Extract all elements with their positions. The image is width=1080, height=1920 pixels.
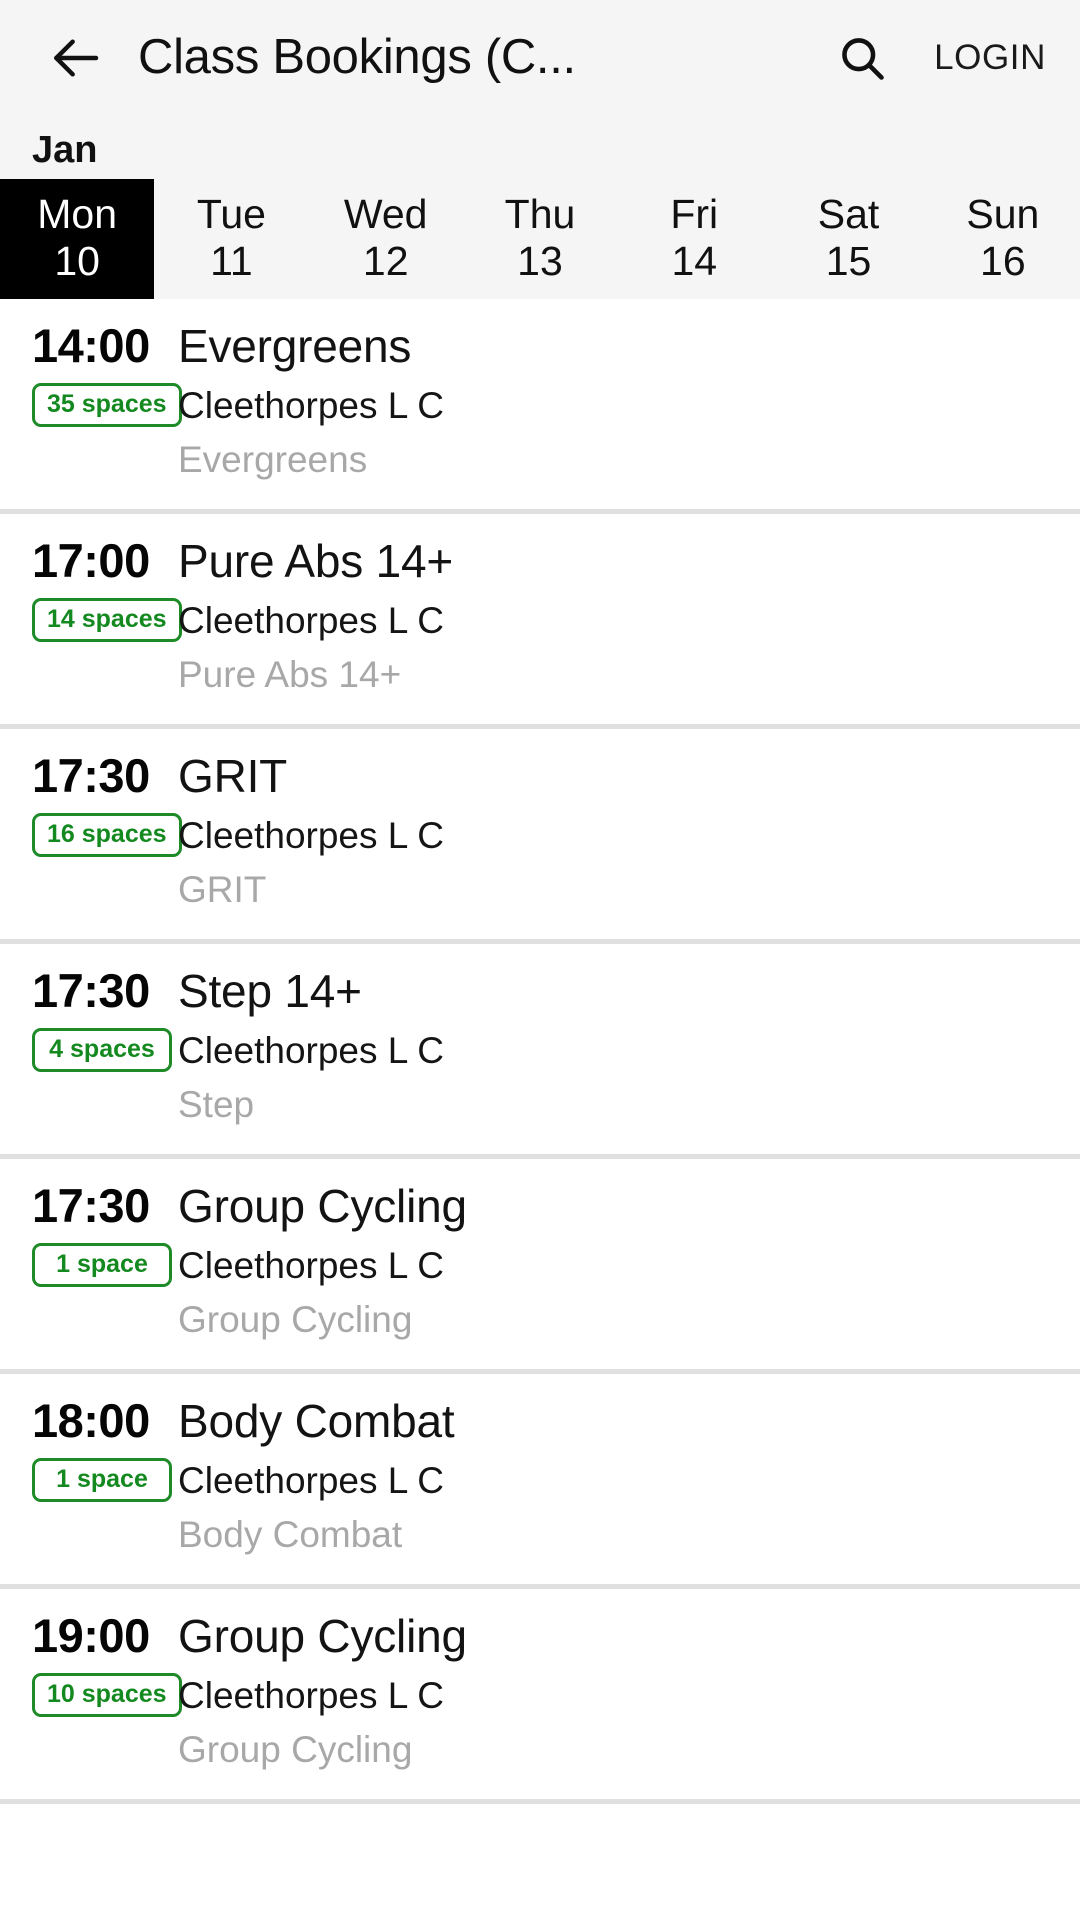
class-row-right: Evergreens Cleethorpes L C Evergreens [178, 320, 1080, 483]
day-name: Wed [343, 190, 428, 237]
day-number: 14 [671, 237, 718, 284]
spaces-badge: 1 space [32, 1243, 172, 1288]
month-bar: Jan [0, 115, 1080, 179]
login-button[interactable]: LOGIN [924, 24, 1080, 92]
class-time: 14:00 [32, 319, 150, 372]
class-venue: Cleethorpes L C [178, 814, 444, 856]
day-number: 10 [54, 237, 100, 284]
day-name: Sun [966, 190, 1040, 237]
class-venue: Cleethorpes L C [178, 1244, 444, 1286]
class-title: Group Cycling [178, 1180, 467, 1233]
day-cell-thu[interactable]: Thu 13 [463, 179, 617, 299]
back-icon[interactable] [40, 23, 110, 93]
class-title: Pure Abs 14+ [178, 535, 454, 588]
spaces-badge: 1 space [32, 1458, 172, 1503]
class-row-left: 18:00 1 space [0, 1394, 178, 1503]
class-row-left: 17:30 1 space [0, 1179, 178, 1288]
day-number: 13 [517, 237, 563, 284]
page-title: Class Bookings (C... [138, 30, 576, 84]
class-row-right: Pure Abs 14+ Cleethorpes L C Pure Abs 14+ [178, 535, 1080, 698]
day-cell-wed[interactable]: Wed 12 [309, 179, 463, 299]
class-row-right: Group Cycling Cleethorpes L C Group Cyclin… [178, 1181, 1080, 1343]
class-subtitle: Group Cycling [178, 1728, 413, 1770]
class-row[interactable]: 17:30 1 space Group Cycling Cleethorpes L C… [0, 1159, 1080, 1375]
class-title: GRIT [178, 750, 288, 803]
week-day-selector[interactable]: Mon 10 Tue 11 Wed 12 Thu 13 Fri 14 Sat 15 Sun 16 [0, 179, 1080, 299]
day-number: 11 [210, 237, 253, 284]
class-row-right: Group Cycling Cleethorpes L C Group Cyclin… [178, 1611, 1080, 1773]
day-name: Fri [670, 190, 719, 237]
class-subtitle: Evergreens [178, 438, 368, 480]
class-row-left: 17:30 16 spaces [0, 749, 182, 858]
day-number: 15 [825, 237, 872, 284]
class-subtitle: GRIT [178, 868, 267, 910]
class-row-left: 17:30 4 spaces [0, 964, 178, 1073]
class-row-right: Body Combat Cleethorpes L C Body Combat [178, 1396, 1080, 1558]
class-row-left: 19:00 10 spaces [0, 1609, 182, 1718]
day-cell-fri[interactable]: Fri 14 [617, 179, 771, 299]
class-row-right: Step 14+ Cleethorpes L C Step [178, 966, 1080, 1128]
app-bar: Class Bookings (C... LOGIN [0, 0, 1080, 115]
day-cell-tue[interactable]: Tue 11 [154, 179, 308, 299]
class-subtitle: Body Combat [178, 1513, 403, 1555]
class-time: 19:00 [32, 1609, 150, 1663]
search-icon[interactable] [824, 20, 900, 96]
class-row[interactable]: 17:00 14 spaces Pure Abs 14+ Cleethorpes L … [0, 514, 1080, 730]
day-cell-sat[interactable]: Sat 15 [771, 179, 925, 299]
class-row[interactable]: 18:00 1 space Body Combat Cleethorpes L C Bo… [0, 1374, 1080, 1590]
class-title: Body Combat [178, 1395, 455, 1448]
spaces-badge: 4 spaces [32, 1028, 172, 1073]
day-name: Mon [37, 190, 118, 237]
day-number: 12 [362, 237, 409, 284]
day-cell-sun[interactable]: Sun 16 [926, 179, 1080, 299]
spaces-badge: 16 spaces [32, 813, 182, 858]
class-venue: Cleethorpes L C [178, 1459, 444, 1501]
month-label: Jan [32, 129, 98, 171]
class-venue: Cleethorpes L C [178, 384, 444, 426]
class-bookings-screen: Class Bookings (C... LOGIN Jan Mon 10 Tue 1… [0, 0, 1080, 1920]
class-title: Evergreens [178, 320, 412, 372]
class-row-left: 17:00 14 spaces [0, 534, 182, 643]
day-number: 16 [980, 237, 1026, 284]
class-venue: Cleethorpes L C [178, 1029, 444, 1071]
class-row[interactable]: 14:00 35 spaces Evergreens Cleethorpes L CE… [0, 299, 1080, 515]
class-list: 14:00 35 spaces Evergreens Cleethorpes L CE… [0, 299, 1080, 1805]
class-row-left: 14:00 35 spaces [0, 319, 182, 428]
class-time: 17:30 [32, 749, 150, 803]
day-cell-mon[interactable]: Mon 10 [0, 179, 155, 299]
day-name: Tue [196, 190, 266, 237]
class-venue: Cleethorpes L C [178, 1674, 444, 1716]
day-name: Thu [504, 190, 576, 237]
spaces-badge: 35 spaces [32, 383, 182, 428]
class-time: 17:30 [32, 964, 150, 1018]
class-subtitle: Pure Abs 14+ [178, 653, 402, 695]
class-title: Step 14+ [178, 965, 362, 1018]
class-time: 18:00 [32, 1394, 150, 1448]
class-row[interactable]: 17:30 16 spaces GRIT Cleethorpes L C GRIT [0, 729, 1080, 945]
spaces-badge: 10 spaces [32, 1673, 182, 1718]
class-time: 17:30 [32, 1179, 150, 1233]
class-title: Group Cycling [178, 1610, 467, 1663]
class-time: 17:00 [32, 534, 150, 588]
class-row-right: GRIT Cleethorpes L C GRIT [178, 751, 1080, 913]
class-venue: Cleethorpes L C [178, 599, 444, 641]
day-name: Sat [817, 190, 880, 237]
spaces-badge: 14 spaces [32, 598, 182, 643]
class-subtitle: Group Cycling [178, 1298, 413, 1340]
class-row[interactable]: 17:30 4 spaces Step 14+ Cleethorpes L C Step [0, 944, 1080, 1160]
class-row[interactable]: 19:00 10 spaces Group Cycling Cleethorpes L… [0, 1589, 1080, 1805]
class-subtitle: Step [178, 1083, 255, 1125]
